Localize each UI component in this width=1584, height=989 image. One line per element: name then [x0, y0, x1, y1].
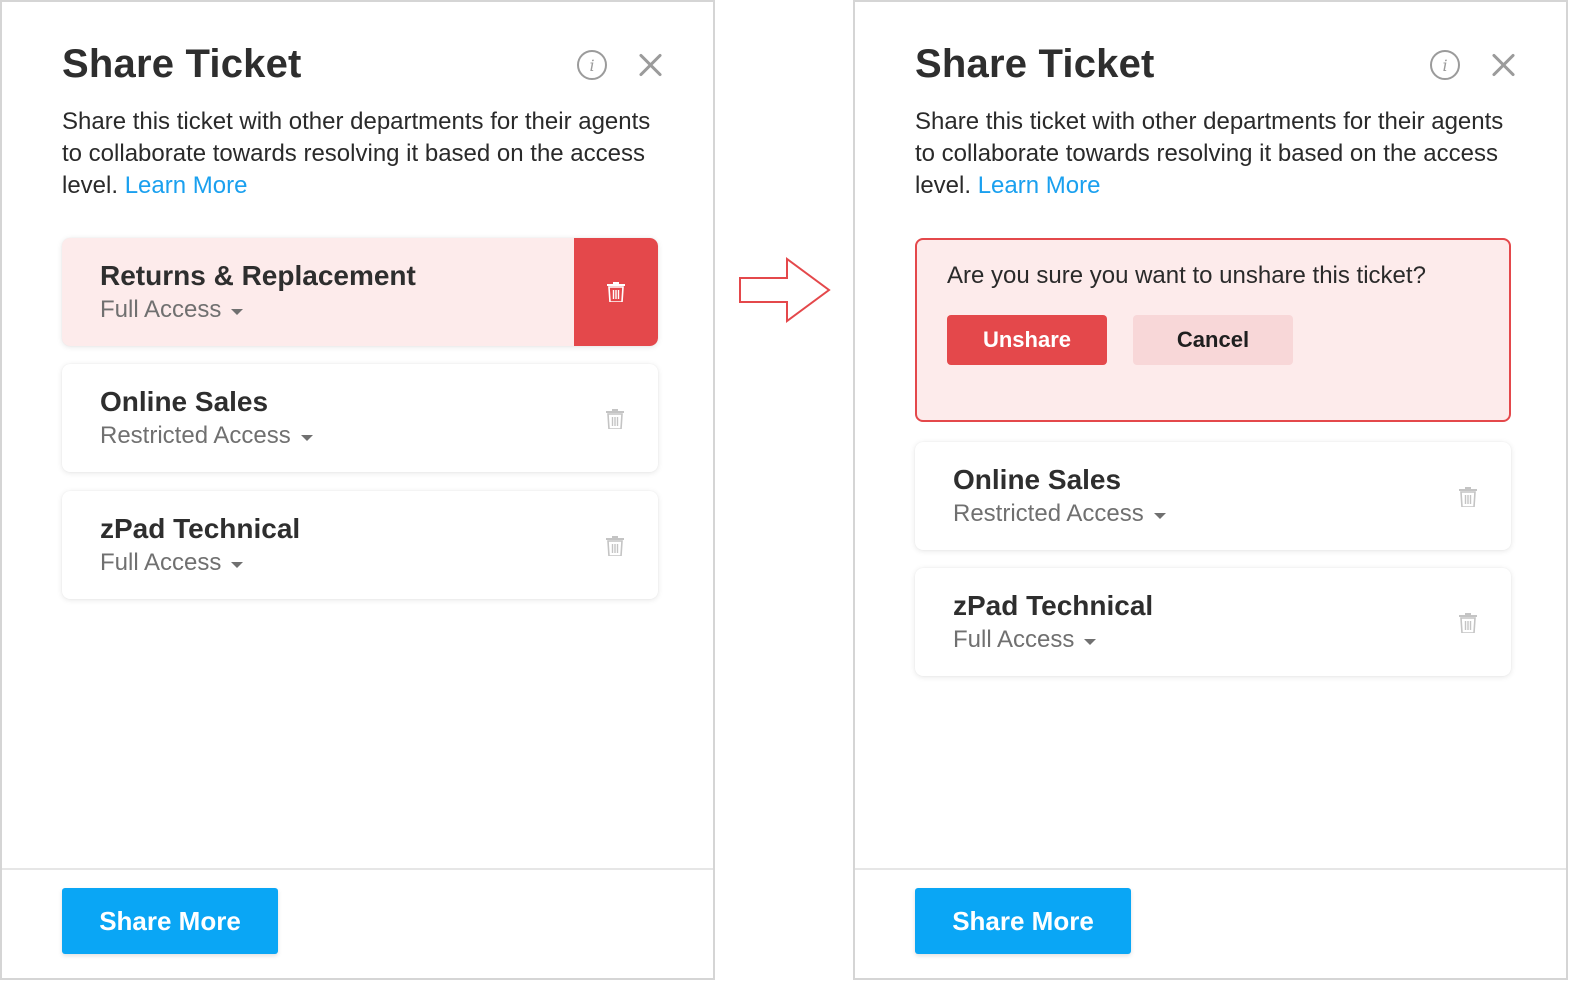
panel-footer: Share More [855, 868, 1566, 978]
panel-title: Share Ticket [915, 42, 1155, 86]
header-icons: i [1430, 50, 1518, 80]
info-icon[interactable]: i [577, 50, 607, 80]
share-card-zpad-technical: zPad Technical Full Access [62, 491, 658, 599]
caret-down-icon [300, 435, 313, 441]
unshare-button[interactable]: Unshare [947, 315, 1107, 365]
department-name: Returns & Replacement [100, 260, 416, 291]
share-more-button[interactable]: Share More [915, 888, 1131, 954]
access-level-label: Full Access [953, 626, 1075, 653]
learn-more-link[interactable]: Learn More [978, 172, 1101, 199]
panel-description: Share this ticket with other departments… [62, 106, 662, 202]
trash-icon[interactable] [1459, 487, 1477, 507]
share-card-online-sales: Online Sales Restricted Access [62, 364, 658, 472]
cancel-button[interactable]: Cancel [1133, 315, 1293, 365]
department-name: zPad Technical [953, 590, 1154, 621]
learn-more-link[interactable]: Learn More [125, 172, 248, 199]
caret-down-icon [231, 309, 244, 315]
panel-footer: Share More [2, 868, 713, 978]
confirmation-question: Are you sure you want to unshare this ti… [947, 262, 1426, 289]
panel-title: Share Ticket [62, 42, 302, 86]
share-card-online-sales: Online Sales Restricted Access [915, 442, 1511, 550]
access-level-dropdown[interactable]: Full Access [100, 549, 244, 577]
close-icon[interactable] [1490, 51, 1518, 79]
department-name: Online Sales [100, 386, 269, 417]
panel-description: Share this ticket with other departments… [915, 106, 1515, 202]
access-level-dropdown[interactable]: Restricted Access [953, 500, 1166, 528]
access-level-label: Full Access [100, 296, 222, 323]
share-ticket-panel-after: Share Ticket i Share this ticket with ot… [853, 0, 1568, 980]
caret-down-icon [1084, 639, 1097, 645]
trash-icon[interactable] [1459, 613, 1477, 633]
trash-icon[interactable] [606, 409, 624, 429]
share-card-zpad-technical: zPad Technical Full Access [915, 568, 1511, 676]
share-ticket-panel-before: Share Ticket i Share this ticket with ot… [0, 0, 715, 980]
caret-down-icon [1153, 513, 1166, 519]
header-icons: i [577, 50, 665, 80]
share-card-returns: Returns & Replacement Full Access [62, 238, 658, 346]
access-level-dropdown[interactable]: Full Access [953, 626, 1097, 654]
department-name: zPad Technical [100, 513, 301, 544]
arrow-right-icon [739, 257, 831, 323]
caret-down-icon [231, 562, 244, 568]
access-level-label: Restricted Access [100, 422, 291, 449]
unshare-confirmation: Are you sure you want to unshare this ti… [915, 238, 1511, 422]
trash-icon[interactable] [606, 536, 624, 556]
department-name: Online Sales [953, 464, 1122, 495]
access-level-dropdown[interactable]: Full Access [100, 296, 244, 324]
access-level-label: Full Access [100, 549, 222, 576]
access-level-label: Restricted Access [953, 500, 1144, 527]
share-more-button[interactable]: Share More [62, 888, 278, 954]
access-level-dropdown[interactable]: Restricted Access [100, 422, 313, 450]
trash-icon [607, 282, 625, 302]
close-icon[interactable] [637, 51, 665, 79]
delete-share-button[interactable] [574, 238, 658, 346]
info-icon[interactable]: i [1430, 50, 1460, 80]
